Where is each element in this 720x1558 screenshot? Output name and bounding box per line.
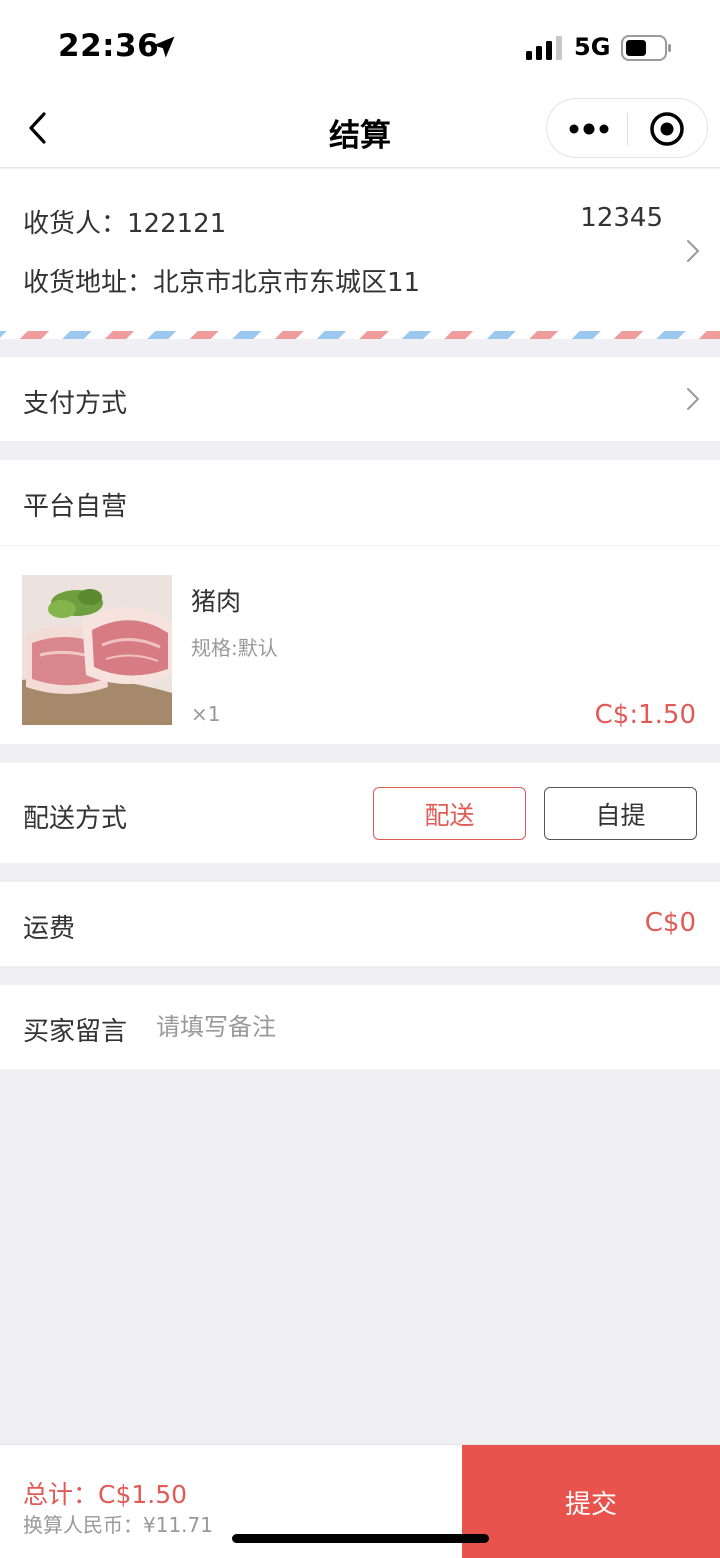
mini-program-capsule	[546, 98, 708, 158]
recipient-label: 收货人：	[23, 209, 128, 239]
product-image	[22, 575, 172, 725]
address-label: 收货地址：	[23, 268, 154, 298]
address-card[interactable]: 收货人：122121 12345 收货地址：北京市北京市东城区11	[0, 169, 720, 339]
product-spec: 规格:默认	[191, 636, 278, 660]
capsule-divider	[627, 113, 628, 145]
total-label: 总计：	[23, 1480, 99, 1509]
product-name: 猪肉	[191, 587, 242, 616]
payment-method-label: 支付方式	[23, 389, 128, 419]
freight-row: 运费 C$0	[0, 882, 720, 966]
status-bar: 22:36 5G	[0, 0, 720, 90]
store-header: 平台自营	[0, 460, 720, 546]
recipient-phone: 12345	[580, 203, 663, 233]
more-icon[interactable]	[567, 117, 611, 141]
network-label: 5G	[574, 33, 611, 61]
freight-label: 运费	[23, 914, 76, 944]
recipient-line: 收货人：122121	[23, 203, 226, 240]
product-quantity: ×1	[191, 702, 221, 726]
delivery-method-label: 配送方式	[23, 804, 128, 834]
address-value: 北京市北京市东城区11	[153, 268, 421, 298]
chevron-right-icon	[687, 240, 699, 262]
target-icon[interactable]	[648, 110, 686, 148]
recipient-name: 122121	[127, 209, 227, 239]
home-indicator	[232, 1534, 489, 1543]
rmb-label: 换算人民币：	[23, 1513, 143, 1537]
total-value: C$1.50	[98, 1480, 188, 1509]
buyer-message-row: 买家留言	[0, 985, 720, 1069]
buyer-message-label: 买家留言	[23, 1017, 128, 1047]
pickup-option-button[interactable]: 自提	[544, 787, 697, 840]
signal-icon	[526, 36, 562, 60]
airmail-stripe	[0, 331, 720, 339]
rmb-value: ¥11.71	[143, 1513, 213, 1537]
payment-method-row[interactable]: 支付方式	[0, 357, 720, 441]
submit-button[interactable]: 提交	[462, 1445, 720, 1558]
status-time: 22:36	[58, 28, 160, 64]
address-line: 收货地址：北京市北京市东城区11	[23, 262, 420, 299]
total-line: 总计：C$1.50	[23, 1475, 187, 1511]
store-name: 平台自营	[23, 492, 128, 522]
nav-bar: 结算	[0, 90, 720, 168]
chevron-right-icon	[687, 388, 699, 410]
product-price: C$:1.50	[594, 700, 696, 730]
delivery-option-button[interactable]: 配送	[373, 787, 526, 840]
buyer-message-input[interactable]	[156, 1005, 676, 1049]
store-section: 平台自营 猪肉 规格:默认 ×1 C$:1.50	[0, 460, 720, 744]
battery-icon	[621, 35, 671, 61]
rmb-line: 换算人民币：¥11.71	[23, 1509, 213, 1538]
freight-value: C$0	[644, 908, 696, 938]
pork-image	[22, 575, 172, 725]
delivery-method-row: 配送方式 配送 自提	[0, 763, 720, 863]
location-arrow-icon	[153, 36, 175, 58]
